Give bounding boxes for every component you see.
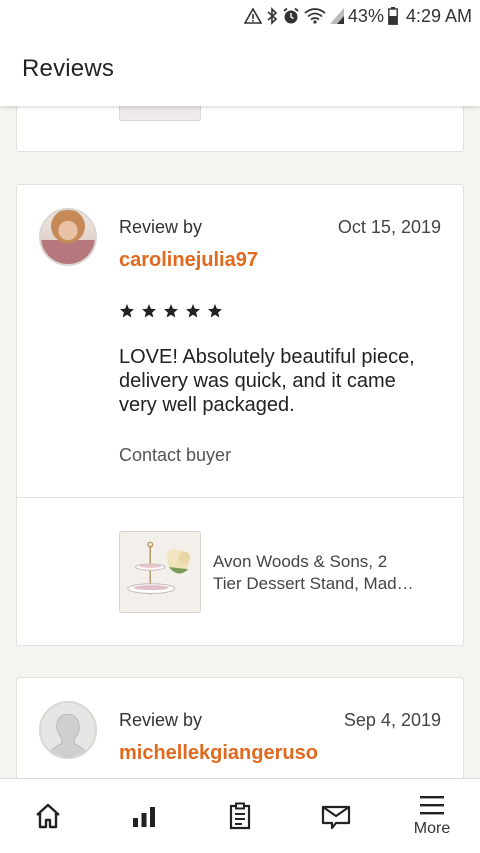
- menu-icon: [420, 796, 444, 815]
- star-icon: [164, 304, 178, 318]
- review-card: Review by Oct 15, 2019 carolinejulia97 L…: [16, 184, 464, 646]
- star-icon: [186, 304, 200, 318]
- avatar[interactable]: [39, 208, 97, 266]
- signal-icon: [329, 7, 344, 25]
- warning-icon: [243, 7, 262, 25]
- review-date: Sep 4, 2019: [343, 710, 441, 730]
- nav-stats[interactable]: [96, 779, 192, 853]
- status-bar: 43% 4:29 AM: [0, 0, 480, 32]
- product-title-line: Tier Dessert Stand, Mad…: [213, 574, 414, 593]
- battery-icon: [388, 7, 398, 25]
- default-avatar-icon: [41, 703, 95, 757]
- star-icon: [120, 304, 134, 318]
- nav-more[interactable]: More: [384, 779, 480, 853]
- alarm-icon: [282, 7, 300, 25]
- star-rating: [119, 303, 223, 319]
- review-date: Oct 15, 2019: [337, 217, 441, 237]
- bluetooth-icon: [266, 7, 278, 25]
- contact-buyer-link[interactable]: Contact buyer: [119, 445, 231, 466]
- product-title-line: Avon Woods & Sons, 2: [213, 552, 388, 571]
- messages-icon: [321, 805, 351, 830]
- status-time: 4:29 AM: [405, 5, 472, 26]
- star-icon: [142, 304, 156, 318]
- product-thumbnail[interactable]: [119, 106, 201, 121]
- review-by-label: Review by: [119, 710, 203, 730]
- product-title[interactable]: Avon Woods & Sons, 2 Tier Dessert Stand,…: [213, 551, 449, 595]
- review-text: LOVE! Absolutely beautiful piece, delive…: [119, 346, 415, 416]
- avatar[interactable]: [39, 701, 97, 759]
- reviewer-username[interactable]: michellekgiangeruso: [119, 742, 318, 765]
- product-thumbnail[interactable]: [119, 531, 201, 613]
- star-icon: [208, 304, 222, 318]
- battery-percent: 43%: [347, 5, 384, 26]
- nav-home[interactable]: [0, 779, 96, 853]
- review-by-label: Review by: [119, 217, 203, 237]
- previous-review-card: [16, 106, 464, 152]
- wifi-icon: [304, 7, 326, 25]
- stats-icon: [133, 807, 155, 827]
- divider: [17, 497, 463, 498]
- app-header: Reviews: [0, 32, 480, 106]
- reviews-list[interactable]: Review by Oct 15, 2019 carolinejulia97 L…: [0, 106, 480, 778]
- nav-messages[interactable]: [288, 779, 384, 853]
- reviewer-username[interactable]: carolinejulia97: [119, 249, 258, 272]
- orders-icon: [229, 802, 251, 830]
- nav-more-label: More: [413, 820, 451, 837]
- bottom-navigation: More: [0, 778, 480, 853]
- home-icon: [36, 803, 60, 829]
- review-card: Review by Sep 4, 2019 michellekgiangerus…: [16, 677, 464, 778]
- page-title: Reviews: [22, 55, 115, 82]
- nav-orders[interactable]: [192, 779, 288, 853]
